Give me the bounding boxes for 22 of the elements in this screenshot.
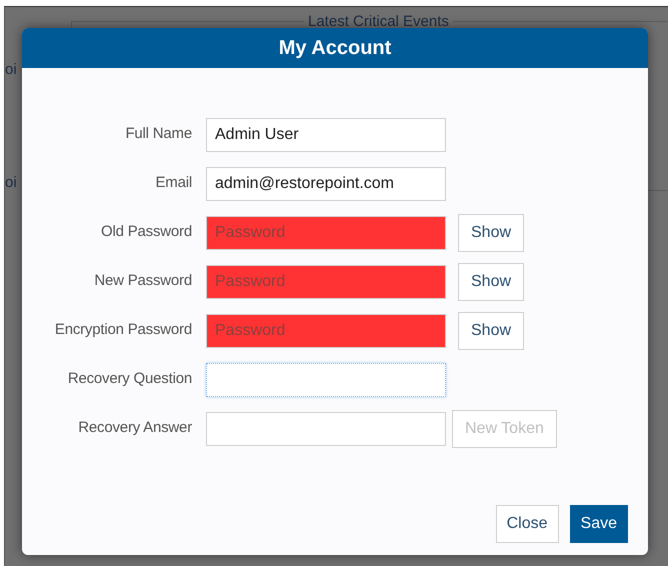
input-field[interactable] — [206, 412, 446, 446]
save-button[interactable]: Save — [570, 505, 628, 543]
show-button[interactable]: Show — [458, 262, 524, 300]
show-button[interactable]: Show — [458, 312, 524, 350]
field-label: Recovery Question — [66, 369, 193, 390]
field-label: New Password — [93, 271, 193, 292]
field-label: Recovery Answer — [77, 418, 193, 438]
input-field[interactable] — [206, 362, 446, 396]
dialog-title: My Account — [22, 28, 648, 68]
input-field[interactable]: admin@restorepoint.com — [206, 166, 446, 200]
field-label: Encryption Password — [54, 320, 193, 340]
text-fragment: oi — [5, 173, 17, 193]
text-fragment: oi — [5, 60, 17, 80]
field-label: Full Name — [124, 124, 193, 144]
password-field[interactable]: Password — [206, 314, 446, 348]
field-label: Old Password — [100, 222, 193, 242]
password-field[interactable]: Password — [206, 216, 446, 250]
field-label: Email — [154, 173, 193, 194]
input-field[interactable]: Admin User — [206, 118, 446, 152]
close-button[interactable]: Close — [496, 505, 559, 543]
password-field[interactable]: Password — [206, 264, 446, 298]
show-button[interactable]: Show — [458, 214, 524, 252]
